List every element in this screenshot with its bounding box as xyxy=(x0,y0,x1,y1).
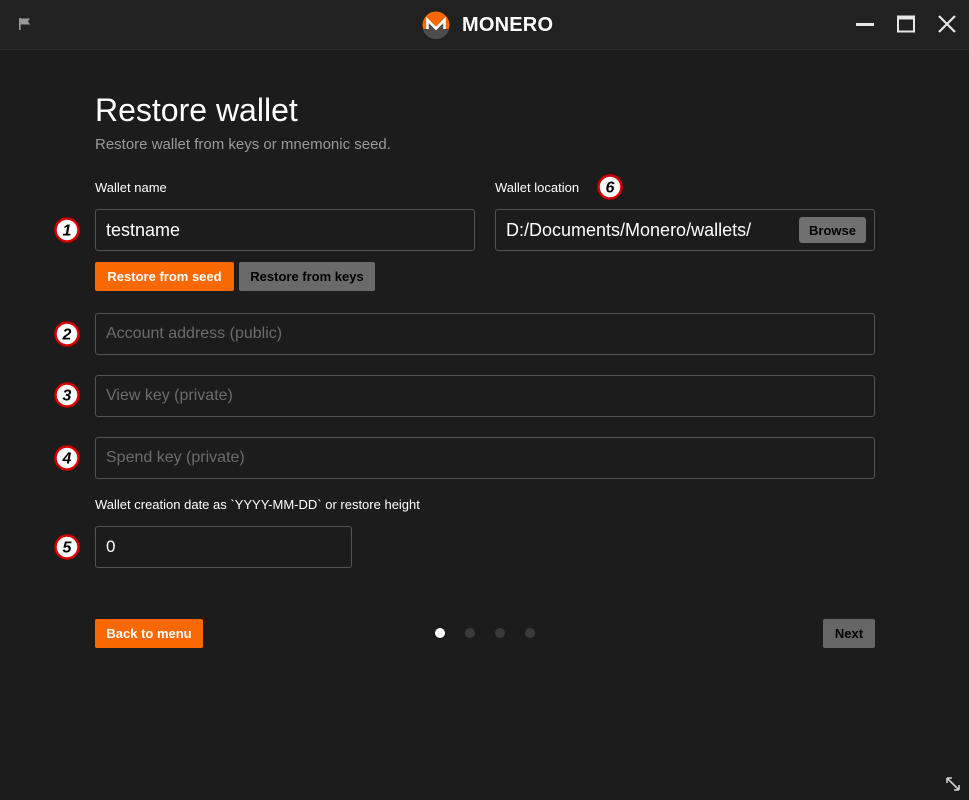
annotation-marker-6: 6 xyxy=(597,174,623,200)
restore-height-input[interactable]: 0 xyxy=(95,526,352,568)
maximize-icon[interactable] xyxy=(894,12,918,36)
restore-from-keys-button[interactable]: Restore from keys xyxy=(239,262,375,291)
wallet-name-label: Wallet name xyxy=(95,180,167,195)
flag-icon[interactable] xyxy=(18,17,32,31)
page-indicator-dot-1 xyxy=(435,628,445,638)
page-title: Restore wallet xyxy=(95,92,298,128)
annotation-marker-3: 3 xyxy=(54,382,80,408)
browse-button[interactable]: Browse xyxy=(799,217,866,243)
title-bar: MONERO xyxy=(0,0,969,50)
annotation-marker-1: 1 xyxy=(54,217,80,243)
marker-label: 2 xyxy=(62,327,72,344)
account-address-input[interactable]: Account address (public) xyxy=(95,313,875,355)
restore-from-seed-button[interactable]: Restore from seed xyxy=(95,262,234,291)
annotation-marker-5: 5 xyxy=(54,534,80,560)
page-indicator-dot-3 xyxy=(495,628,505,638)
monero-logo-icon xyxy=(422,11,450,39)
marker-label: 5 xyxy=(63,540,73,557)
annotation-marker-2: 2 xyxy=(54,321,80,347)
minimize-icon[interactable] xyxy=(853,12,877,36)
wallet-name-input[interactable]: testname xyxy=(95,209,475,251)
marker-label: 6 xyxy=(606,180,615,197)
brand: MONERO xyxy=(422,10,553,40)
close-icon[interactable] xyxy=(935,12,959,36)
wallet-location-value: D:/Documents/Monero/wallets/ xyxy=(506,219,752,240)
marker-label: 1 xyxy=(63,223,72,240)
wallet-location-label: Wallet location xyxy=(495,180,580,195)
marker-label: 4 xyxy=(62,451,72,468)
brand-name: MONERO xyxy=(462,13,554,36)
annotation-marker-4: 4 xyxy=(54,445,80,471)
restore-wallet-window: MONERO Restore wallet Restore wallet fro… xyxy=(0,0,969,800)
view-key-input[interactable]: View key (private) xyxy=(95,375,875,417)
creation-date-label: Wallet creation date as `YYYY-MM-DD` or … xyxy=(95,497,420,512)
page-subtitle: Restore wallet from keys or mnemonic see… xyxy=(95,136,391,153)
page-indicator-dot-2 xyxy=(465,628,475,638)
page-indicator-dot-4 xyxy=(525,628,535,638)
next-button[interactable]: Next xyxy=(823,619,875,648)
spend-key-input[interactable]: Spend key (private) xyxy=(95,437,875,479)
back-to-menu-button[interactable]: Back to menu xyxy=(95,619,203,648)
resize-icon[interactable] xyxy=(945,776,961,792)
marker-label: 3 xyxy=(63,388,72,405)
